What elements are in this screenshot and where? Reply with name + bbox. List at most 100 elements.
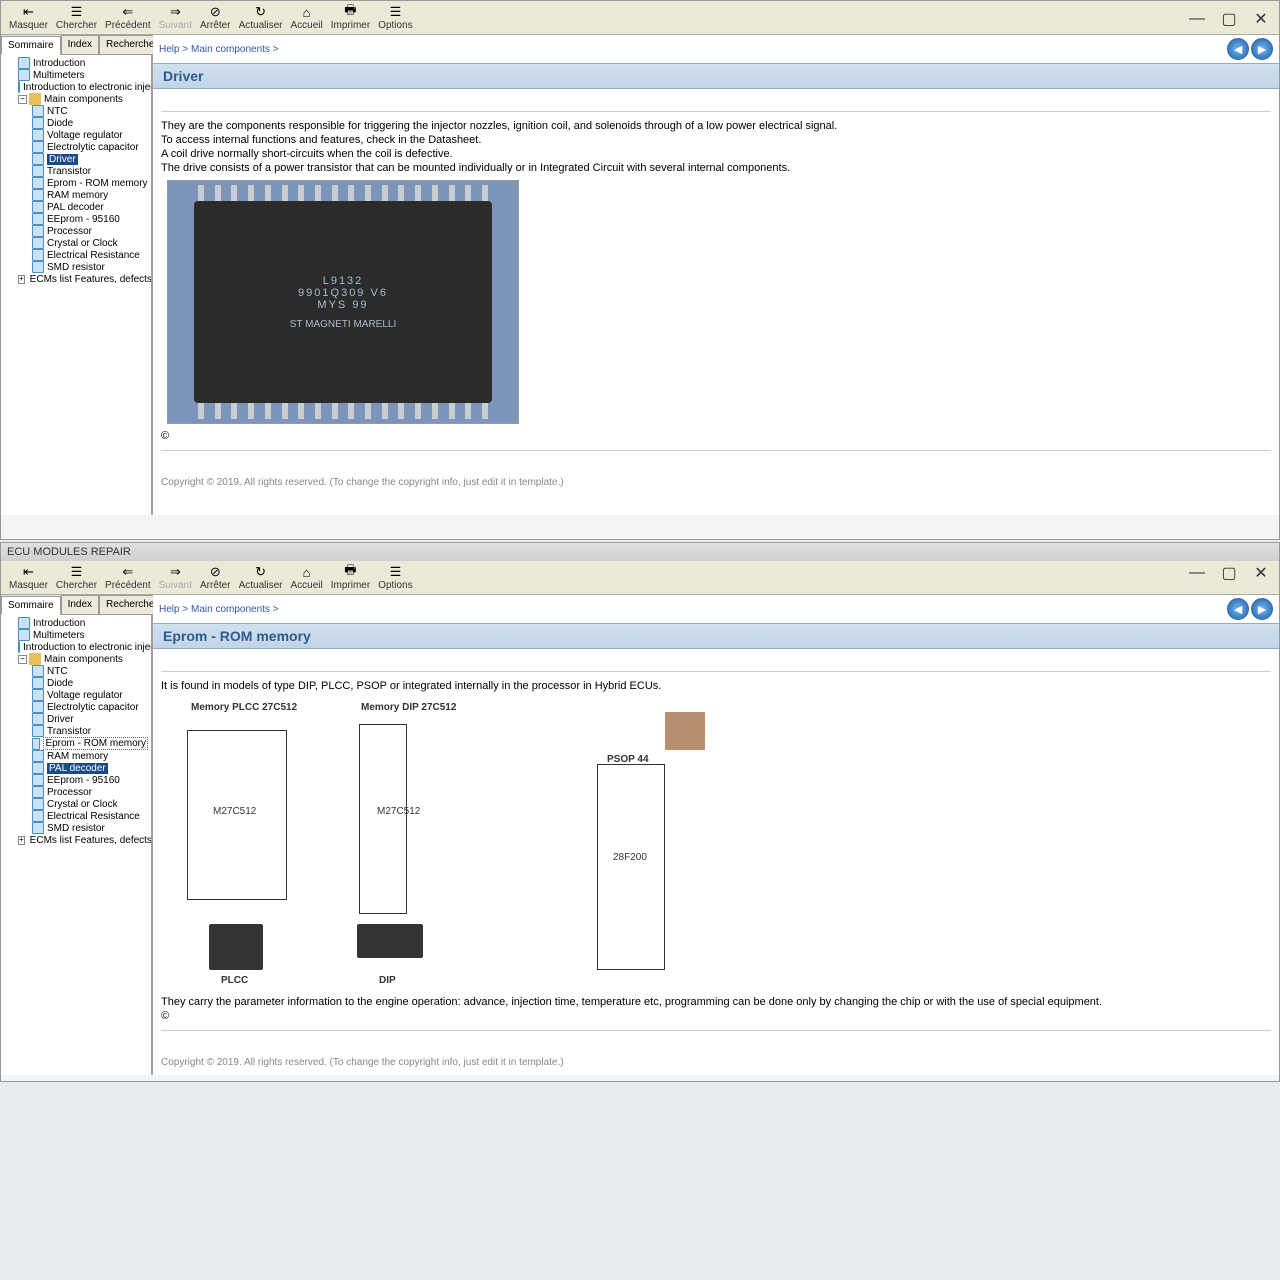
toc-tree[interactable]: Introduction Multimeters Introduction to… (1, 615, 151, 1075)
tree-ram[interactable]: RAM memory (2, 750, 150, 762)
print-button[interactable]: 🖶Imprimer (327, 3, 374, 32)
tab-index[interactable]: Index (61, 35, 99, 54)
minimize-button[interactable]: — (1187, 9, 1207, 29)
tree-capacitor[interactable]: Electrolytic capacitor (2, 701, 150, 713)
search-icon: ☰ (68, 4, 84, 20)
next-page-button[interactable]: ► (1251, 38, 1273, 60)
tree-eprom[interactable]: Eprom - ROM memory (2, 177, 150, 189)
stop-button[interactable]: ⊘Arrêter (196, 563, 235, 592)
help-window-driver: — ▢ ✕ ⇤Masquer ☰Chercher ⇐Précédent ⇒Sui… (0, 0, 1280, 540)
options-button[interactable]: ☰Options (374, 3, 416, 32)
tree-capacitor[interactable]: Electrolytic capacitor (2, 141, 150, 153)
print-icon: 🖶 (342, 564, 358, 580)
maximize-button[interactable]: ▢ (1219, 9, 1239, 29)
search-icon: ☰ (68, 564, 84, 580)
tree-main-components[interactable]: −Main components (2, 93, 150, 105)
next-page-button[interactable]: ► (1251, 598, 1273, 620)
collapse-icon[interactable]: − (18, 95, 27, 104)
toc-tree[interactable]: Introduction Multimeters Introduction to… (1, 55, 151, 515)
search-button[interactable]: ☰Chercher (52, 563, 101, 592)
maximize-button[interactable]: ▢ (1219, 563, 1239, 583)
page-icon (32, 141, 44, 153)
tree-ecm-list[interactable]: +ECMs list Features, defects, and m (2, 273, 150, 285)
tree-driver[interactable]: Driver (2, 713, 150, 725)
driver-chip-image: L9132 9901Q309 V6 MYS 99 ST MAGNETI MARE… (167, 180, 519, 424)
stop-button[interactable]: ⊘Arrêter (196, 3, 235, 32)
close-button[interactable]: ✕ (1251, 563, 1271, 583)
page-icon (32, 153, 44, 165)
page-icon (18, 641, 20, 653)
tree-smd[interactable]: SMD resistor (2, 822, 150, 834)
tree-introduction[interactable]: Introduction (2, 57, 150, 69)
page-icon (32, 213, 44, 225)
minimize-button[interactable]: — (1187, 563, 1207, 583)
body-text: They carry the parameter information to … (161, 996, 1271, 1008)
tree-ecm-list[interactable]: +ECMs list Features, defects, and m (2, 834, 150, 846)
close-button[interactable]: ✕ (1251, 9, 1271, 29)
tree-pal[interactable]: PAL decoder (2, 201, 150, 213)
breadcrumb: Help > Main components > ◄ ► (153, 595, 1279, 623)
tree-smd[interactable]: SMD resistor (2, 261, 150, 273)
refresh-button[interactable]: ↻Actualiser (235, 563, 287, 592)
prev-page-button[interactable]: ◄ (1227, 598, 1249, 620)
search-button[interactable]: ☰Chercher (52, 3, 101, 32)
tree-multimeters[interactable]: Multimeters (2, 629, 150, 641)
toolbar: ⇤Masquer ☰Chercher ⇐Précédent ⇒Suivant ⊘… (1, 1, 1279, 35)
tree-ntc[interactable]: NTC (2, 665, 150, 677)
tree-diode[interactable]: Diode (2, 677, 150, 689)
tree-processor[interactable]: Processor (2, 225, 150, 237)
tree-processor[interactable]: Processor (2, 786, 150, 798)
tree-transistor[interactable]: Transistor (2, 725, 150, 737)
refresh-button[interactable]: ↻Actualiser (235, 3, 287, 32)
home-icon: ⌂ (299, 564, 315, 580)
tab-sommaire[interactable]: Sommaire (1, 36, 61, 55)
tab-index[interactable]: Index (61, 595, 99, 614)
tree-intro-injection[interactable]: Introduction to electronic injection (2, 81, 150, 93)
expand-icon[interactable]: + (18, 275, 25, 284)
tree-voltage-regulator[interactable]: Voltage regulator (2, 689, 150, 701)
tree-ntc[interactable]: NTC (2, 105, 150, 117)
page-icon (32, 689, 44, 701)
tree-pal[interactable]: PAL decoder (2, 762, 150, 774)
page-icon (18, 629, 30, 641)
tree-main-components[interactable]: −Main components (2, 653, 150, 665)
tree-transistor[interactable]: Transistor (2, 165, 150, 177)
tree-crystal[interactable]: Crystal or Clock (2, 237, 150, 249)
crumb-main[interactable]: Main components (191, 604, 270, 615)
page-icon (32, 165, 44, 177)
collapse-icon[interactable]: − (18, 655, 27, 664)
tree-multimeters[interactable]: Multimeters (2, 69, 150, 81)
tree-voltage-regulator[interactable]: Voltage regulator (2, 129, 150, 141)
tree-resistance[interactable]: Electrical Resistance (2, 810, 150, 822)
tree-diode[interactable]: Diode (2, 117, 150, 129)
page-icon (32, 762, 44, 774)
copyright-mark: © (161, 1010, 1271, 1022)
tree-driver[interactable]: Driver (2, 153, 150, 165)
tab-sommaire[interactable]: Sommaire (1, 596, 61, 615)
print-icon: 🖶 (342, 4, 358, 20)
tree-eeprom[interactable]: EEprom - 95160 (2, 774, 150, 786)
crumb-help[interactable]: Help (159, 604, 180, 615)
tree-eprom[interactable]: Eprom - ROM memory (2, 737, 150, 750)
crumb-main[interactable]: Main components (191, 44, 270, 55)
home-button[interactable]: ⌂Accueil (286, 563, 326, 592)
home-button[interactable]: ⌂Accueil (286, 3, 326, 32)
tree-crystal[interactable]: Crystal or Clock (2, 798, 150, 810)
tree-resistance[interactable]: Electrical Resistance (2, 249, 150, 261)
options-button[interactable]: ☰Options (374, 563, 416, 592)
expand-icon[interactable]: + (18, 836, 25, 845)
page-icon (32, 738, 40, 750)
tree-eeprom[interactable]: EEprom - 95160 (2, 213, 150, 225)
hide-button[interactable]: ⇤Masquer (5, 563, 52, 592)
book-icon (29, 93, 41, 105)
tree-introduction[interactable]: Introduction (2, 617, 150, 629)
prev-page-button[interactable]: ◄ (1227, 38, 1249, 60)
back-button[interactable]: ⇐Précédent (101, 563, 155, 592)
hide-button[interactable]: ⇤Masquer (5, 3, 52, 32)
tree-ram[interactable]: RAM memory (2, 189, 150, 201)
sidebar: Sommaire Index Rechercher Favoris Introd… (1, 595, 153, 1075)
back-button[interactable]: ⇐Précédent (101, 3, 155, 32)
tree-intro-injection[interactable]: Introduction to electronic injection (2, 641, 150, 653)
crumb-help[interactable]: Help (159, 44, 180, 55)
print-button[interactable]: 🖶Imprimer (327, 563, 374, 592)
